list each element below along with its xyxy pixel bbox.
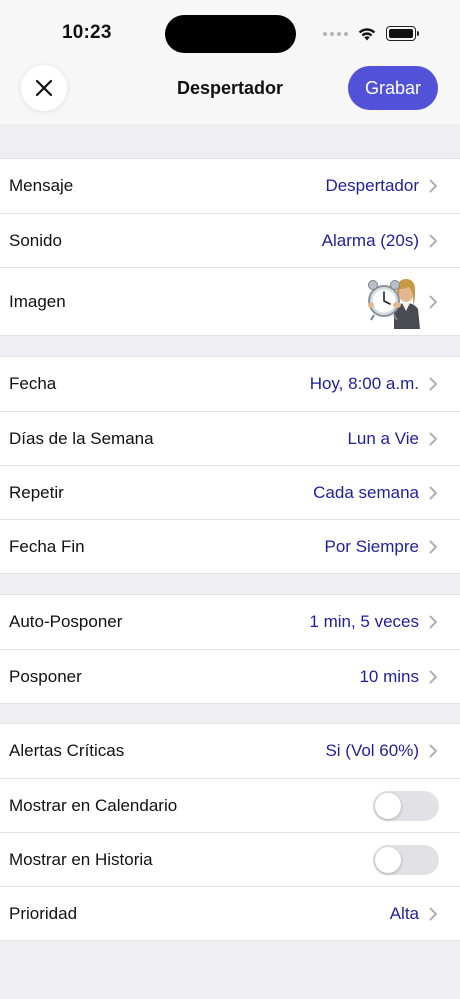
save-button[interactable]: Grabar [348, 66, 438, 110]
battery-icon [386, 26, 419, 41]
chevron-right-icon [429, 744, 437, 758]
row-show-history: Mostrar en Historia [0, 832, 460, 886]
show-calendar-toggle[interactable] [373, 790, 439, 821]
row-label: Mostrar en Historia [9, 849, 153, 869]
status-bar: 10:23 [0, 0, 460, 62]
row-sound[interactable]: Sonido Alarma (20s) [0, 213, 460, 267]
nav-bar: Despertador Grabar [0, 62, 460, 124]
row-value: Cada semana [313, 482, 419, 502]
chevron-right-icon [429, 432, 437, 445]
row-value: Alta [389, 903, 419, 923]
wifi-icon [358, 28, 376, 41]
section-schedule: Fecha Hoy, 8:00 a.m. Días de la Semana L… [0, 356, 460, 574]
row-value: Por Siempre [324, 536, 419, 556]
row-value: Lun a Vie [347, 428, 419, 448]
row-snooze[interactable]: Posponer 10 mins [0, 649, 460, 703]
row-label: Alertas Críticas [9, 741, 125, 760]
row-image[interactable]: Imagen [0, 267, 460, 335]
row-message[interactable]: Mensaje Despertador [0, 159, 460, 213]
row-weekdays[interactable]: Días de la Semana Lun a Vie [0, 411, 460, 465]
alarm-image-thumbnail [364, 274, 420, 329]
chevron-right-icon [429, 670, 437, 683]
row-label: Días de la Semana [9, 428, 154, 448]
chevron-right-icon [429, 234, 437, 247]
chevron-right-icon [429, 540, 437, 553]
row-label: Sonido [9, 230, 62, 250]
cellular-signal-icon [323, 31, 348, 36]
section-snooze: Auto-Posponer 1 min, 5 veces Posponer 10… [0, 594, 460, 704]
chevron-right-icon [429, 179, 437, 193]
row-critical-alerts[interactable]: Alertas Críticas Si (Vol 60%) [0, 724, 460, 778]
row-label: Fecha [9, 374, 57, 393]
row-auto-snooze[interactable]: Auto-Posponer 1 min, 5 veces [0, 595, 460, 649]
chevron-right-icon [429, 295, 437, 308]
row-show-calendar: Mostrar en Calendario [0, 778, 460, 832]
show-history-toggle[interactable] [373, 844, 439, 875]
row-label: Posponer [9, 666, 82, 686]
chevron-right-icon [429, 486, 437, 499]
dynamic-island [165, 15, 296, 53]
section-options: Alertas Críticas Si (Vol 60%) Mostrar en… [0, 723, 460, 941]
row-value: Hoy, 8:00 a.m. [309, 374, 419, 393]
chevron-right-icon [429, 615, 437, 629]
row-value: Si (Vol 60%) [325, 741, 419, 760]
row-end-date[interactable]: Fecha Fin Por Siempre [0, 519, 460, 573]
row-date[interactable]: Fecha Hoy, 8:00 a.m. [0, 357, 460, 411]
status-time: 10:23 [62, 22, 112, 43]
row-value: Despertador [325, 176, 419, 195]
row-label: Imagen [9, 291, 66, 311]
chevron-right-icon [429, 907, 437, 920]
row-label: Auto-Posponer [9, 612, 123, 631]
row-repeat[interactable]: Repetir Cada semana [0, 465, 460, 519]
row-value: 10 mins [359, 666, 419, 686]
row-label: Fecha Fin [9, 536, 85, 556]
row-label: Mensaje [9, 176, 74, 195]
row-label: Prioridad [9, 903, 78, 923]
row-priority[interactable]: Prioridad Alta [0, 886, 460, 940]
status-icons [323, 26, 419, 41]
row-label: Repetir [9, 482, 64, 502]
section-general: Mensaje Despertador Sonido Alarma (20s) … [0, 158, 460, 336]
row-value: Alarma (20s) [321, 230, 419, 250]
row-value: 1 min, 5 veces [309, 612, 419, 631]
chevron-right-icon [429, 377, 437, 391]
row-label: Mostrar en Calendario [9, 795, 178, 815]
